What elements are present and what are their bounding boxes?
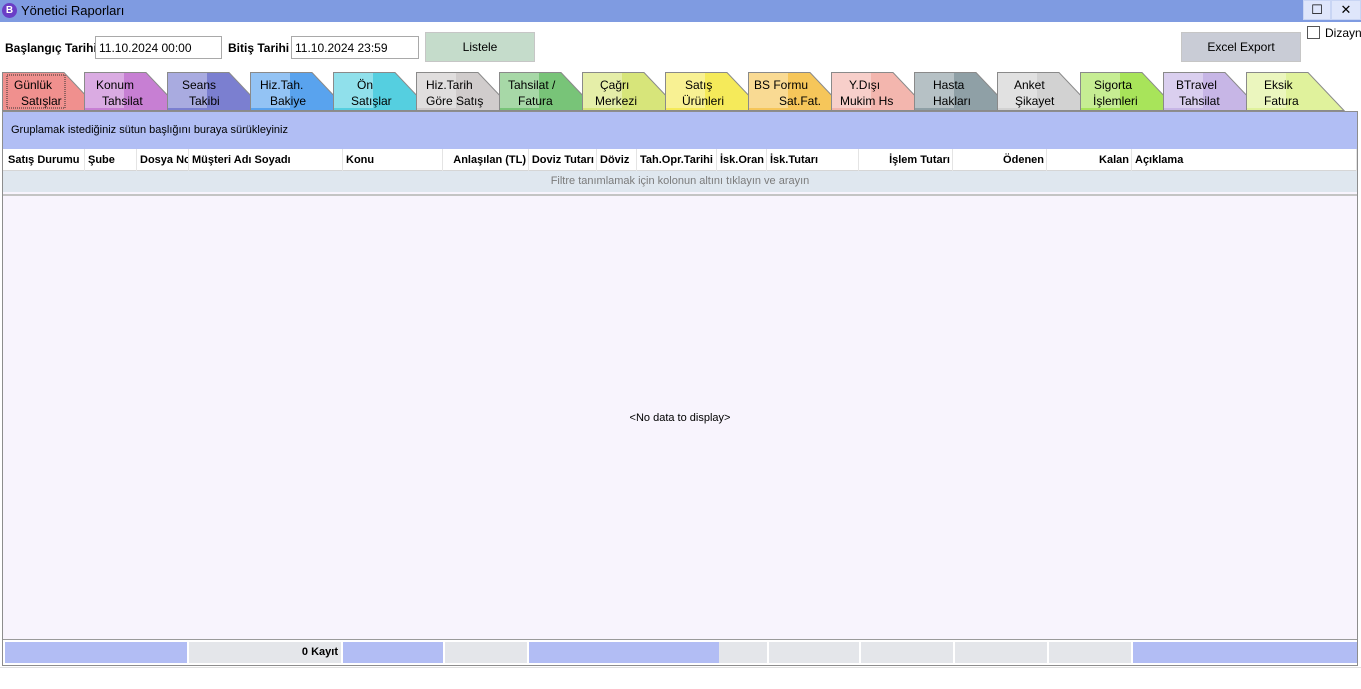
- tab-label-line1: Anket: [1014, 78, 1045, 92]
- column-header[interactable]: Müşteri Adı Soyadı: [189, 149, 343, 171]
- column-header[interactable]: Doviz Tutarı: [529, 149, 597, 171]
- tab-label-line2: Takibi: [189, 94, 220, 108]
- tab-label-line2: Göre Satış: [426, 94, 484, 108]
- tab-label-line1: Tahsilat /: [508, 78, 556, 92]
- tab-label-line2: Ürünleri: [682, 94, 725, 108]
- column-header[interactable]: İsk.Tutarı: [767, 149, 859, 171]
- footer-cell: [861, 642, 953, 663]
- column-header[interactable]: Ödenen: [953, 149, 1047, 171]
- tab-label-line2: Hakları: [933, 94, 972, 108]
- tab-label-line2: Fatura: [518, 94, 553, 108]
- record-count: 0 Kayıt: [189, 642, 341, 663]
- tab-eksik-fatura[interactable]: Eksik Fatura: [1246, 72, 1346, 111]
- maximize-button[interactable]: ☐: [1303, 0, 1331, 20]
- tab-label-line1: Satış: [685, 78, 713, 92]
- tab-label-line1: Seans: [182, 78, 217, 92]
- tab-label-line1: BTravel: [1176, 78, 1217, 92]
- tab-label-line2: Tahsilat: [1179, 94, 1220, 108]
- end-date-label: Bitiş Tarihi: [228, 41, 290, 55]
- column-header[interactable]: Kalan: [1047, 149, 1132, 171]
- report-tabs: Günlük Satışlar Konum Tahsilat Seans Takibi Hi…: [0, 72, 1361, 111]
- footer-cell: [445, 642, 527, 663]
- tab-label-line2: İşlemleri: [1093, 94, 1138, 108]
- tab-label-line1: Günlük: [14, 78, 53, 92]
- close-button[interactable]: ✕: [1331, 0, 1361, 20]
- tab-label-line2: Fatura: [1264, 94, 1299, 108]
- start-date-input[interactable]: [95, 36, 222, 59]
- tab-label-line2: Satışlar: [351, 94, 392, 108]
- excel-export-button[interactable]: Excel Export: [1181, 32, 1301, 62]
- end-date-input[interactable]: [291, 36, 419, 59]
- grid-footer: 0 Kayıt: [3, 639, 1357, 665]
- tab-label-line1: Hiz.Tarih: [426, 78, 473, 92]
- bottom-panel: [0, 667, 1361, 689]
- group-by-panel[interactable]: Gruplamak istediğiniz sütun başlığını bu…: [3, 112, 1357, 149]
- tab-label-line1: Y.Dışı: [849, 78, 881, 92]
- filter-row[interactable]: Filtre tanımlamak için kolonun altını tı…: [3, 171, 1357, 192]
- column-header[interactable]: Dosya No: [137, 149, 189, 171]
- tab-label-line1: Sigorta: [1094, 78, 1133, 92]
- tab-label-line2: Sat.Fat.: [779, 94, 822, 108]
- footer-cell: [529, 642, 719, 663]
- start-date-label: Başlangıç Tarihi: [5, 41, 97, 55]
- tab-label-line2: Merkezi: [595, 94, 638, 108]
- design-checkbox[interactable]: [1307, 26, 1320, 39]
- data-grid: Gruplamak istediğiniz sütun başlığını bu…: [2, 111, 1358, 666]
- column-header[interactable]: Tah.Opr.Tarihi: [637, 149, 717, 171]
- window-title: Yönetici Raporları: [21, 3, 125, 18]
- grid-divider: [3, 194, 1357, 196]
- tab-label-line2: Tahsilat: [102, 94, 143, 108]
- footer-cell: [1049, 642, 1131, 663]
- tab-label-line1: Ön: [357, 78, 374, 92]
- grid-header-row: Satış Durumu Şube Dosya No Müşteri Adı Soya…: [3, 149, 1357, 171]
- list-button[interactable]: Listele: [425, 32, 535, 62]
- tab-label-line1: Hasta: [933, 78, 965, 92]
- design-checkbox-label: Dizayn: [1325, 26, 1361, 40]
- tab-label-line2: Şikayet: [1015, 94, 1055, 108]
- column-header[interactable]: Konu: [343, 149, 443, 171]
- footer-cell: [343, 642, 443, 663]
- tab-label-line2: Mukim Hs: [840, 94, 894, 108]
- app-logo-icon: B: [2, 3, 17, 18]
- column-header[interactable]: Satış Durumu: [5, 149, 85, 171]
- footer-cell: [1133, 642, 1357, 663]
- tab-label-line2: Satışlar: [21, 94, 62, 108]
- column-header[interactable]: Anlaşılan (TL): [443, 149, 529, 171]
- column-header[interactable]: Döviz: [597, 149, 637, 171]
- tab-label-line2: Bakiye: [270, 94, 307, 108]
- column-header[interactable]: İsk.Oran: [717, 149, 767, 171]
- footer-cell: [5, 642, 187, 663]
- footer-cell: [955, 642, 1047, 663]
- column-header[interactable]: Şube: [85, 149, 137, 171]
- tab-label-line1: Çağrı: [600, 78, 630, 92]
- empty-message: <No data to display>: [629, 412, 731, 424]
- tab-label-line1: Konum: [96, 78, 135, 92]
- footer-cell: [719, 642, 767, 663]
- tab-label-line1: Eksik: [1264, 78, 1293, 92]
- footer-cell: [769, 642, 859, 663]
- column-header[interactable]: Açıklama: [1132, 149, 1357, 171]
- title-bar: B Yönetici Raporları ☐ ✕: [0, 0, 1361, 22]
- column-header[interactable]: İşlem Tutarı: [859, 149, 953, 171]
- tab-label-line1: Hiz.Tah.: [260, 78, 304, 92]
- tab-label-line1: BS Formu: [754, 78, 809, 92]
